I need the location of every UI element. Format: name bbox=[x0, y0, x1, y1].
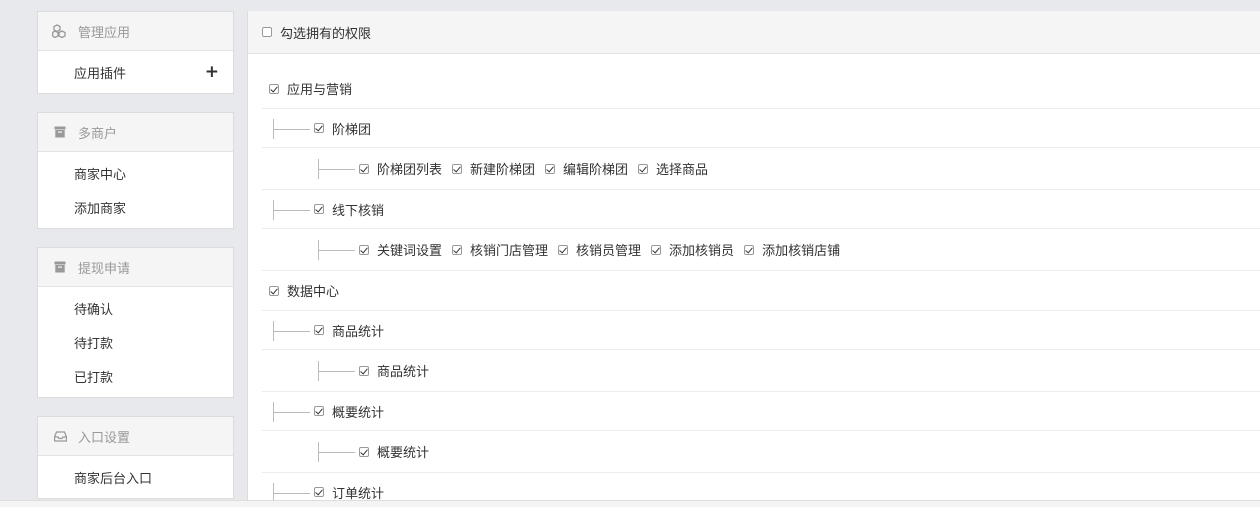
panel-title: 入口设置 bbox=[78, 430, 131, 446]
permission-options: 阶梯团列表 新建阶梯团 编辑阶梯团 选择商品 bbox=[262, 148, 1260, 190]
tree-branch-line bbox=[318, 240, 355, 260]
sidebar: 管理应用 应用插件 + 多商户 商家中心 添加商家 提现申请 待确认 待打款 已… bbox=[37, 11, 234, 507]
tree-branch-line bbox=[273, 321, 310, 341]
permission-options: 概要统计 bbox=[262, 431, 1260, 473]
checkbox[interactable] bbox=[314, 406, 324, 416]
permission-options: 商品统计 bbox=[262, 350, 1260, 392]
tree-branch-line bbox=[318, 361, 355, 381]
sidebar-item-pending-payment[interactable]: 待打款 bbox=[38, 325, 233, 359]
sidebar-item-merchant-center[interactable]: 商家中心 bbox=[38, 156, 233, 190]
panel-entry-settings: 入口设置 商家后台入口 bbox=[37, 416, 234, 499]
permission-label: 关键词设置 bbox=[377, 244, 443, 259]
permission-group: 应用与营销 bbox=[262, 69, 1260, 109]
sidebar-item-label: 待打款 bbox=[74, 336, 114, 352]
permission-label: 商品统计 bbox=[332, 324, 385, 340]
checkbox[interactable] bbox=[314, 204, 324, 214]
tree-branch-line bbox=[273, 200, 310, 220]
checkbox[interactable] bbox=[558, 244, 569, 255]
panel-header: 管理应用 bbox=[38, 12, 233, 51]
checkbox[interactable] bbox=[744, 244, 755, 255]
sidebar-item-label: 已打款 bbox=[74, 370, 114, 386]
checkbox[interactable] bbox=[638, 163, 649, 174]
panel-title: 提现申请 bbox=[78, 261, 131, 277]
sidebar-item-paid[interactable]: 已打款 bbox=[38, 359, 233, 393]
panel-multi-merchant: 多商户 商家中心 添加商家 bbox=[37, 112, 234, 229]
permission-label: 核销员管理 bbox=[576, 244, 642, 259]
select-all-label: 勾选拥有的权限 bbox=[280, 26, 372, 42]
permission-module: 商品统计 bbox=[262, 311, 1260, 350]
checkbox[interactable] bbox=[545, 163, 556, 174]
inbox-icon bbox=[52, 429, 68, 443]
sidebar-item-label: 商家后台入口 bbox=[74, 471, 153, 487]
panel-title: 管理应用 bbox=[78, 25, 131, 41]
checkbox[interactable] bbox=[359, 244, 369, 255]
permission-label: 概要统计 bbox=[377, 446, 430, 461]
tree-branch-line bbox=[318, 442, 355, 462]
permission-module: 线下核销 bbox=[262, 190, 1260, 229]
permission-label: 阶梯团列表 bbox=[377, 163, 443, 178]
checkbox[interactable] bbox=[452, 163, 463, 174]
select-all-checkbox[interactable] bbox=[262, 27, 272, 37]
permission-options: 关键词设置 核销门店管理 核销员管理 添加核销员 添加核销店铺 bbox=[262, 229, 1260, 271]
tree-branch-line bbox=[273, 483, 310, 500]
permission-label: 订单统计 bbox=[332, 486, 385, 501]
permissions-panel: 勾选拥有的权限 应用与营销 阶梯团 阶梯团列表 新建阶梯团 编辑阶梯团 选择商品… bbox=[247, 11, 1260, 500]
panel-header: 入口设置 bbox=[38, 417, 233, 456]
add-icon[interactable]: + bbox=[205, 63, 219, 81]
permission-label: 新建阶梯团 bbox=[470, 163, 536, 178]
permissions-header: 勾选拥有的权限 bbox=[248, 11, 1260, 54]
checkbox[interactable] bbox=[314, 123, 324, 133]
checkbox[interactable] bbox=[269, 285, 279, 296]
permission-label: 数据中心 bbox=[287, 285, 340, 300]
checkbox[interactable] bbox=[359, 446, 369, 457]
permission-tree: 应用与营销 阶梯团 阶梯团列表 新建阶梯团 编辑阶梯团 选择商品 线下核销 关键… bbox=[248, 69, 1260, 500]
checkbox[interactable] bbox=[452, 244, 463, 255]
permission-label: 添加核销店铺 bbox=[762, 244, 841, 259]
tree-branch-line bbox=[273, 119, 310, 139]
sidebar-item-label: 商家中心 bbox=[74, 167, 127, 183]
panel-header: 多商户 bbox=[38, 113, 233, 152]
checkbox[interactable] bbox=[651, 244, 662, 255]
checkbox[interactable] bbox=[359, 163, 369, 174]
permission-module: 概要统计 bbox=[262, 392, 1260, 431]
archive-icon bbox=[52, 260, 68, 274]
panel-title: 多商户 bbox=[78, 126, 118, 142]
sidebar-item-label: 添加商家 bbox=[74, 201, 127, 217]
archive-icon bbox=[52, 125, 68, 139]
permission-label: 选择商品 bbox=[656, 163, 709, 178]
sidebar-item-add-merchant[interactable]: 添加商家 bbox=[38, 190, 233, 224]
panel-manage-apps: 管理应用 应用插件 + bbox=[37, 11, 234, 94]
checkbox[interactable] bbox=[314, 325, 324, 335]
sidebar-item-pending-confirm[interactable]: 待确认 bbox=[38, 291, 233, 325]
permission-label: 概要统计 bbox=[332, 405, 385, 421]
permission-label: 编辑阶梯团 bbox=[563, 163, 629, 178]
permission-label: 应用与营销 bbox=[287, 83, 353, 98]
checkbox[interactable] bbox=[359, 365, 369, 376]
permission-label: 添加核销员 bbox=[669, 244, 735, 259]
cubes-icon bbox=[52, 24, 68, 38]
checkbox[interactable] bbox=[314, 487, 324, 497]
panel-header: 提现申请 bbox=[38, 248, 233, 287]
sidebar-item-label: 应用插件 bbox=[74, 66, 127, 82]
panel-withdraw: 提现申请 待确认 待打款 已打款 bbox=[37, 247, 234, 398]
checkbox[interactable] bbox=[269, 83, 279, 94]
sidebar-item-label: 待确认 bbox=[74, 302, 114, 318]
sidebar-item-app-plugins[interactable]: 应用插件 + bbox=[38, 55, 233, 89]
permission-module: 订单统计 bbox=[262, 473, 1260, 500]
bottom-bar bbox=[0, 500, 1260, 507]
tree-branch-line bbox=[318, 159, 355, 179]
permission-label: 阶梯团 bbox=[332, 122, 372, 138]
permission-group: 数据中心 bbox=[262, 271, 1260, 311]
permission-label: 商品统计 bbox=[377, 365, 430, 380]
top-bar bbox=[0, 0, 1260, 11]
sidebar-item-merchant-backend-entry[interactable]: 商家后台入口 bbox=[38, 460, 233, 494]
tree-branch-line bbox=[273, 402, 310, 422]
permission-label: 线下核销 bbox=[332, 203, 385, 219]
permission-label: 核销门店管理 bbox=[470, 244, 549, 259]
permission-module: 阶梯团 bbox=[262, 109, 1260, 148]
